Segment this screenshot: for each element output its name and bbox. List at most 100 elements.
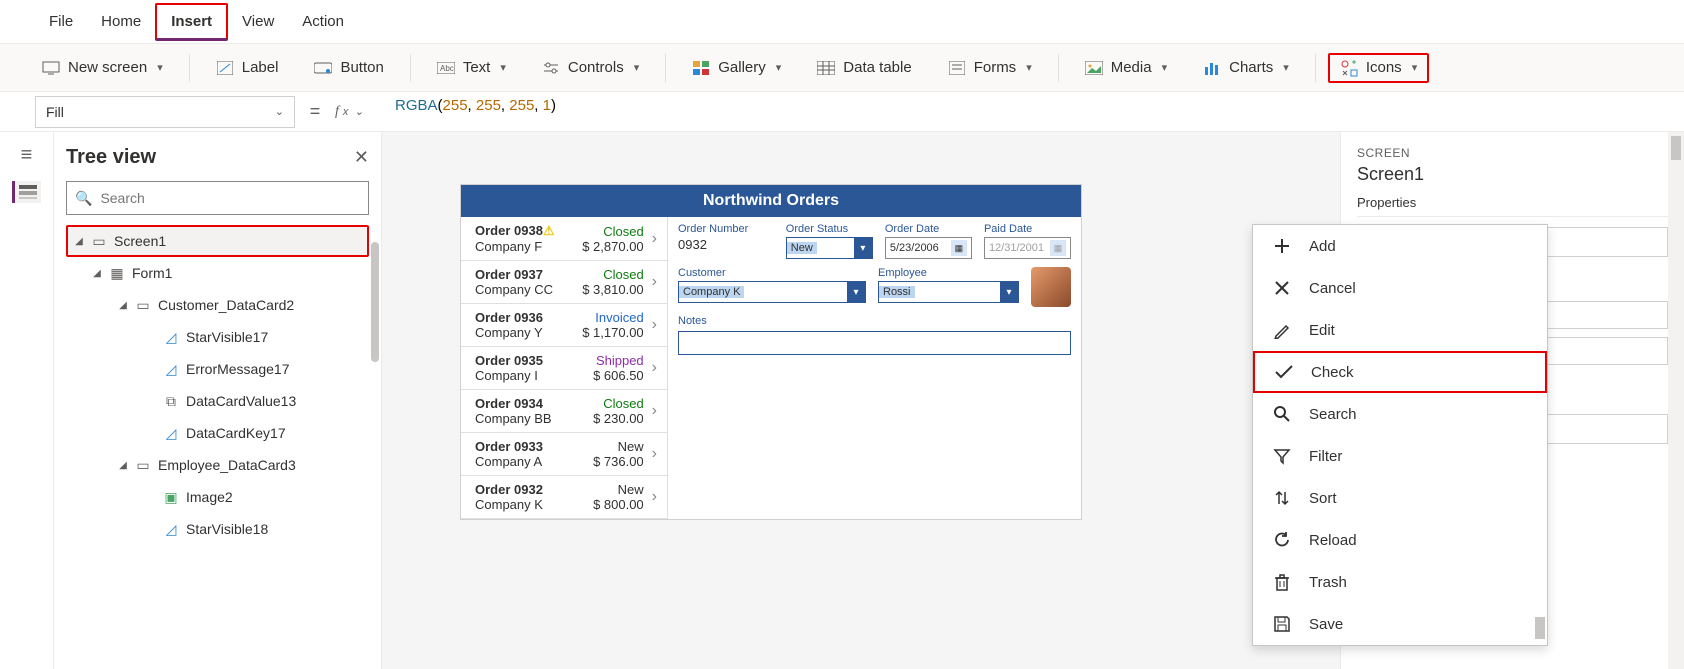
order-row[interactable]: Order 0938⚠Company F Closed$ 2,870.00 › <box>461 217 667 261</box>
tree-node-customer-datacard[interactable]: ◢▭Customer_DataCard2 <box>66 289 369 321</box>
icon-item-search[interactable]: Search <box>1253 393 1547 435</box>
order-row[interactable]: Order 0933Company A New$ 736.00 › <box>461 433 667 476</box>
icons-icon <box>1340 59 1358 77</box>
tree-scrollbar[interactable] <box>371 242 379 362</box>
tree-node-form1[interactable]: ◢▦Form1 <box>66 257 369 289</box>
app-scrollbar[interactable] <box>1668 132 1684 669</box>
chevron-right-icon: › <box>652 230 657 248</box>
chevron-right-icon: › <box>652 273 657 291</box>
icon-item-cancel[interactable]: Cancel <box>1253 267 1547 309</box>
tree-node-screen1[interactable]: ◢▭Screen1 <box>66 225 369 257</box>
property-selector[interactable]: Fill ⌄ <box>35 96 295 128</box>
order-status-dropdown[interactable]: New▾ <box>786 237 873 259</box>
tree-search-input[interactable] <box>100 190 360 206</box>
screen-icon <box>42 59 60 77</box>
gallery-dropdown[interactable]: Gallery▾ <box>678 53 795 83</box>
forms-dropdown[interactable]: Forms▾ <box>934 53 1046 83</box>
search-icon <box>1271 405 1293 423</box>
label-icon: ◿ <box>162 329 180 346</box>
new-screen-button[interactable]: New screen▾ <box>28 53 177 83</box>
chevron-down-icon: ▾ <box>634 61 640 74</box>
order-gallery[interactable]: Order 0938⚠Company F Closed$ 2,870.00 ›O… <box>461 217 667 519</box>
chevron-down-icon: ▾ <box>1026 61 1032 74</box>
tree-view-title: Tree view <box>66 146 156 169</box>
selected-control-name: Screen1 <box>1357 164 1668 185</box>
calendar-icon: ▦ <box>951 240 967 256</box>
label-button[interactable]: Label <box>202 53 293 83</box>
paid-date-input[interactable]: 12/31/2001▦ <box>984 237 1071 259</box>
close-icon[interactable]: ✕ <box>354 147 369 168</box>
charts-dropdown[interactable]: Charts▾ <box>1189 53 1303 83</box>
notes-input[interactable] <box>678 331 1071 355</box>
tree-node-errormessage17[interactable]: ◿ErrorMessage17 <box>66 353 369 385</box>
chevron-down-icon: ▾ <box>1412 61 1418 74</box>
datatable-button[interactable]: Data table <box>803 53 925 83</box>
label-icon: ◿ <box>162 425 180 442</box>
menu-file[interactable]: File <box>35 5 87 38</box>
order-row[interactable]: Order 0935Company I Shipped$ 606.50 › <box>461 347 667 390</box>
tree-node-datacardvalue13[interactable]: ⧉DataCardValue13 <box>66 385 369 417</box>
chevron-down-icon: ▾ <box>157 61 163 74</box>
treeview-icon[interactable] <box>12 181 41 203</box>
left-rail: ≡ <box>0 132 54 669</box>
image-icon: ▣ <box>162 489 180 506</box>
form-icon: ▦ <box>108 265 126 282</box>
tree-node-datacardkey17[interactable]: ◿DataCardKey17 <box>66 417 369 449</box>
icon-item-trash[interactable]: Trash <box>1253 561 1547 603</box>
media-dropdown[interactable]: Media▾ <box>1071 53 1181 83</box>
hamburger-icon[interactable]: ≡ <box>21 144 33 167</box>
order-row[interactable]: Order 0932Company K New$ 800.00 › <box>461 476 667 519</box>
tree-search[interactable]: 🔍 <box>66 181 369 215</box>
icons-dropdown[interactable]: Icons▾ <box>1328 53 1429 83</box>
gallery-icon <box>692 59 710 77</box>
order-row[interactable]: Order 0934Company BB Closed$ 230.00 › <box>461 390 667 433</box>
tree-node-employee-datacard[interactable]: ◢▭Employee_DataCard3 <box>66 449 369 481</box>
chevron-right-icon: › <box>652 488 657 506</box>
canvas-area[interactable]: Northwind Orders Order 0938⚠Company F Cl… <box>382 132 1340 669</box>
icon-item-add[interactable]: Add <box>1253 225 1547 267</box>
search-icon: 🔍 <box>75 190 92 207</box>
fx-button[interactable]: fx⌄ <box>335 104 385 120</box>
chevron-down-icon: ▾ <box>847 282 865 302</box>
icon-item-sort[interactable]: Sort <box>1253 477 1547 519</box>
svg-text:Abc: Abc <box>440 64 454 73</box>
chevron-right-icon: › <box>652 445 657 463</box>
employee-dropdown[interactable]: Rossi▾ <box>878 281 1019 303</box>
calendar-icon: ▦ <box>1050 240 1066 256</box>
add-icon <box>1271 237 1293 255</box>
insert-ribbon: New screen▾ Label Button Abc Text▾ Contr… <box>0 44 1684 92</box>
icon-item-save[interactable]: Save <box>1253 603 1547 645</box>
top-menu: File Home Insert View Action <box>0 0 1684 44</box>
icon-item-reload[interactable]: Reload <box>1253 519 1547 561</box>
tab-properties[interactable]: Properties <box>1357 195 1416 216</box>
tree-node-starvisible18[interactable]: ◿StarVisible18 <box>66 513 369 545</box>
button-icon <box>314 59 332 77</box>
icon-item-filter[interactable]: Filter <box>1253 435 1547 477</box>
button-button[interactable]: Button <box>300 53 397 83</box>
tree-node-image2[interactable]: ▣Image2 <box>66 481 369 513</box>
trash-icon <box>1271 573 1293 591</box>
menu-action[interactable]: Action <box>288 5 358 38</box>
chevron-down-icon: ▾ <box>1162 61 1168 74</box>
combobox-icon: ⧉ <box>162 393 180 410</box>
order-date-input[interactable]: 5/23/2006▦ <box>885 237 972 259</box>
controls-dropdown[interactable]: Controls▾ <box>528 53 653 83</box>
icons-menu-scrollbar[interactable] <box>1535 227 1545 643</box>
menu-view[interactable]: View <box>228 5 288 38</box>
reload-icon <box>1271 531 1293 549</box>
card-icon: ▭ <box>134 297 152 314</box>
card-icon: ▭ <box>134 457 152 474</box>
order-row[interactable]: Order 0937Company CC Closed$ 3,810.00 › <box>461 261 667 304</box>
cancel-icon <box>1271 279 1293 297</box>
icon-item-check[interactable]: Check <box>1253 351 1547 393</box>
icons-menu: Add Cancel Edit Check Search Filter Sort… <box>1252 224 1548 646</box>
customer-dropdown[interactable]: Company K▾ <box>678 281 866 303</box>
order-row[interactable]: Order 0936Company Y Invoiced$ 1,170.00 › <box>461 304 667 347</box>
text-dropdown[interactable]: Abc Text▾ <box>423 53 520 83</box>
formula-input[interactable]: RGBA(255, 255, 255, 1) <box>385 96 1684 128</box>
menu-insert[interactable]: Insert <box>155 3 228 41</box>
menu-home[interactable]: Home <box>87 5 155 38</box>
tree-node-starvisible17[interactable]: ◿StarVisible17 <box>66 321 369 353</box>
icon-item-edit[interactable]: Edit <box>1253 309 1547 351</box>
order-number-value: 0932 <box>678 237 774 252</box>
